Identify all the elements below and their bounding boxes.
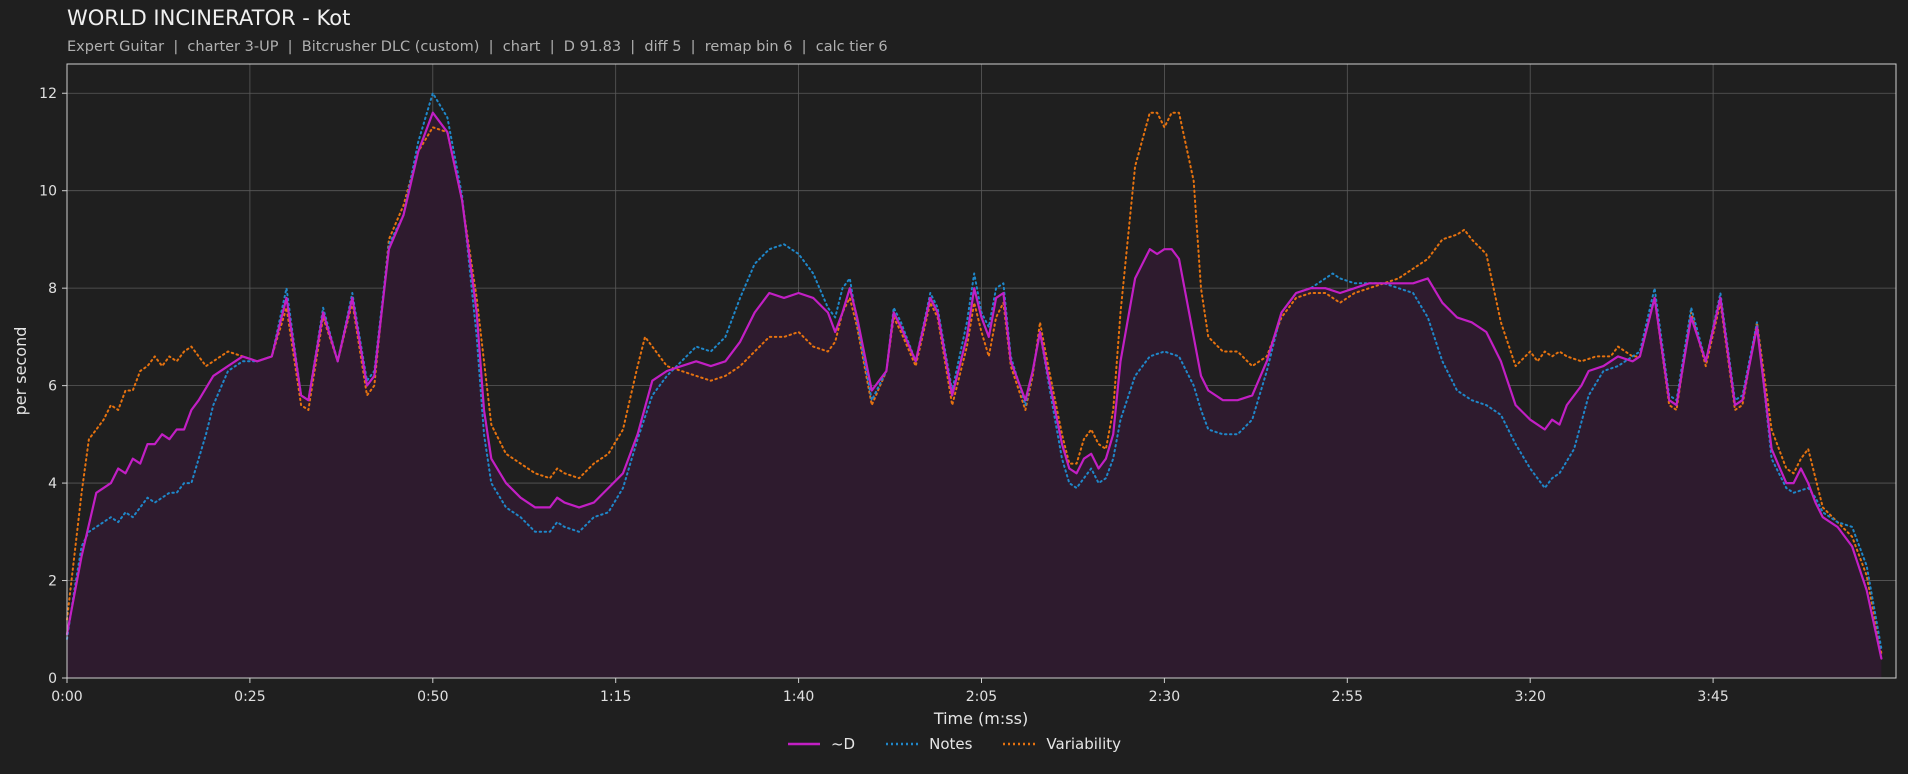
x-tick-label: 2:05 xyxy=(966,689,997,705)
x-tick-label: 2:55 xyxy=(1332,689,1363,705)
y-tick-label: 6 xyxy=(48,379,57,395)
x-tick-label: 1:40 xyxy=(783,689,814,705)
legend: ~D Notes Variability xyxy=(0,735,1908,753)
x-tick-label: 2:30 xyxy=(1149,689,1180,705)
x-tick-label: 0:50 xyxy=(417,689,448,705)
legend-swatch-notes xyxy=(886,742,919,746)
legend-label-variability: Variability xyxy=(1046,735,1122,753)
y-axis-label: per second xyxy=(11,327,30,416)
y-tick-label: 2 xyxy=(48,574,57,590)
legend-swatch-variability xyxy=(1003,742,1036,746)
y-tick-label: 4 xyxy=(48,476,57,492)
legend-item-notes: Notes xyxy=(885,735,972,753)
legend-item-d: ~D xyxy=(787,735,855,753)
d-area-fill xyxy=(67,112,1882,678)
x-axis-label: Time (m:ss) xyxy=(933,709,1028,728)
d-fill-area xyxy=(67,112,1882,678)
y-tick-label: 8 xyxy=(48,281,57,297)
x-tick-label: 3:20 xyxy=(1514,689,1545,705)
y-tick-label: 10 xyxy=(39,184,57,200)
y-tick-label: 0 xyxy=(48,671,57,687)
x-tick-label: 1:15 xyxy=(600,689,631,705)
y-tick-label: 12 xyxy=(39,86,57,102)
x-tick-label: 0:25 xyxy=(234,689,265,705)
legend-label-d: ~D xyxy=(830,735,856,753)
chart-canvas: 0:00 0:25 0:50 1:15 1:40 2:05 2:30 2:55 3:20 3:45… xyxy=(11,63,1897,728)
legend-swatch-d xyxy=(787,742,820,746)
legend-label-notes: Notes xyxy=(929,735,973,753)
y-axis-ticks: 0 2 4 6 8 10 12 xyxy=(39,86,67,687)
x-tick-label: 3:45 xyxy=(1697,689,1728,705)
x-tick-label: 0:00 xyxy=(51,689,82,705)
legend-item-variability: Variability xyxy=(1002,735,1121,753)
x-axis-ticks: 0:00 0:25 0:50 1:15 1:40 2:05 2:30 2:55 3:20 3:45 xyxy=(51,678,1729,705)
